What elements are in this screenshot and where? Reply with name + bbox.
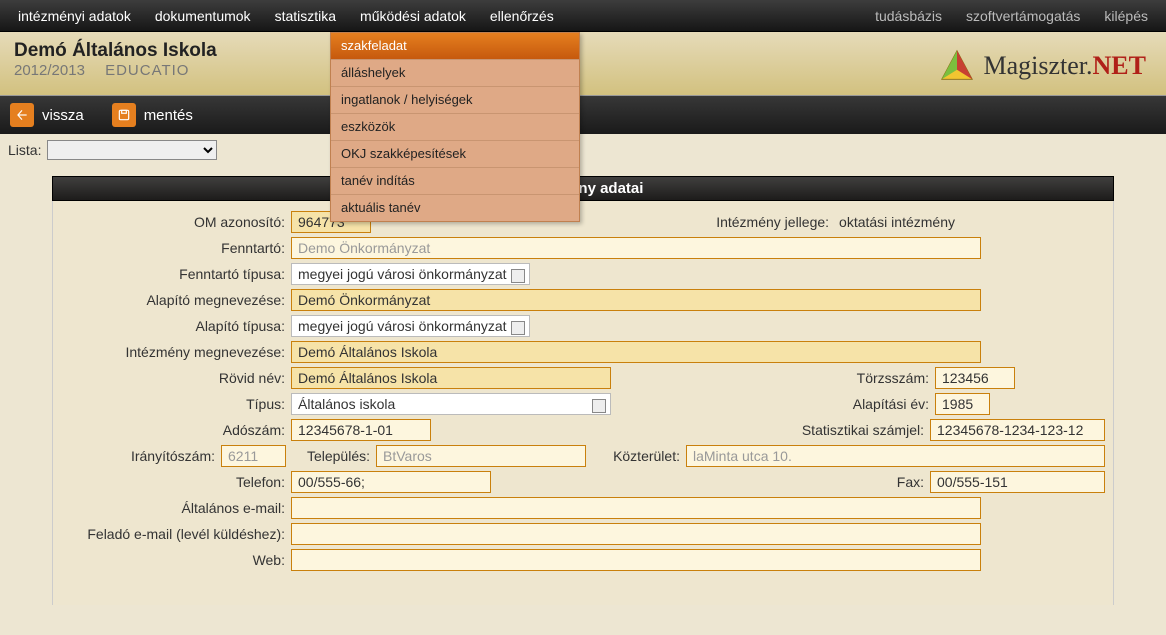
brand-logo: Magiszter.NET <box>938 47 1147 85</box>
adoszam-input[interactable] <box>291 419 431 441</box>
submenu-allashelyek[interactable]: álláshelyek <box>331 60 579 87</box>
brand-text-right: NET <box>1093 51 1146 80</box>
om-label: OM azonosító: <box>61 214 291 230</box>
alt-email-label: Általános e-mail: <box>61 500 291 516</box>
intezmeny-meg-input[interactable] <box>291 341 981 363</box>
alt-email-input[interactable] <box>291 497 981 519</box>
kozterulet-label: Közterület: <box>586 448 686 464</box>
fax-label: Fax: <box>770 474 930 490</box>
menu-institutional-data[interactable]: intézményi adatok <box>6 0 143 32</box>
top-menubar: intézményi adatok dokumentumok statiszti… <box>0 0 1166 32</box>
lista-label: Lista: <box>8 142 41 158</box>
submenu-ingatlanok[interactable]: ingatlanok / helyiségek <box>331 87 579 114</box>
back-button[interactable]: vissza <box>42 107 84 124</box>
submenu-aktualis-tanev[interactable]: aktuális tanév <box>331 195 579 221</box>
fenntarto-input[interactable] <box>291 237 981 259</box>
alapito-tip-select[interactable]: megyei jogú városi önkormányzat <box>291 315 530 337</box>
telefon-input[interactable] <box>291 471 491 493</box>
intezmeny-meg-label: Intézmény megnevezése: <box>61 344 291 360</box>
title-band: Demó Általános Iskola 2012/2013 EDUCATIO… <box>0 32 1166 96</box>
menu-logout[interactable]: kilépés <box>1092 0 1160 32</box>
fenntarto-label: Fenntartó: <box>61 240 291 256</box>
operational-data-submenu: szakfeladat álláshelyek ingatlanok / hel… <box>330 32 580 222</box>
irsz-label: Irányítószám: <box>61 448 221 464</box>
save-button[interactable]: mentés <box>144 107 193 124</box>
submenu-eszkozok[interactable]: eszközök <box>331 114 579 141</box>
tipus-label: Típus: <box>61 396 291 412</box>
menu-operational-data[interactable]: működési adatok <box>348 0 478 32</box>
fenntarto-tip-value: megyei jogú városi önkormányzat <box>298 266 507 282</box>
alapitasi-label: Alapítási év: <box>775 396 935 412</box>
adoszam-label: Adószám: <box>61 422 291 438</box>
back-icon[interactable] <box>10 103 34 127</box>
fax-input[interactable] <box>930 471 1105 493</box>
menu-knowledgebase[interactable]: tudásbázis <box>863 0 954 32</box>
action-bar: vissza mentés <box>0 96 1166 134</box>
menu-software-support[interactable]: szoftvertámogatás <box>954 0 1092 32</box>
submenu-tanev-inditas[interactable]: tanév indítás <box>331 168 579 195</box>
web-label: Web: <box>61 552 291 568</box>
telepules-label: Település: <box>286 448 376 464</box>
stat-label: Statisztikai számjel: <box>730 422 930 438</box>
alapito-meg-label: Alapító megnevezése: <box>61 292 291 308</box>
web-input[interactable] <box>291 549 981 571</box>
lista-line: Lista: <box>0 134 1166 166</box>
stat-input[interactable] <box>930 419 1105 441</box>
tipus-select[interactable]: Általános iskola <box>291 393 611 415</box>
torzsszam-label: Törzsszám: <box>775 370 935 386</box>
lista-select[interactable] <box>47 140 217 160</box>
felado-email-label: Feladó e-mail (levél küldéshez): <box>61 526 291 542</box>
school-year: 2012/2013 <box>14 62 85 79</box>
triangle-icon <box>938 47 976 85</box>
alapito-tip-label: Alapító típusa: <box>61 318 291 334</box>
telefon-label: Telefon: <box>61 474 291 490</box>
torzsszam-input[interactable] <box>935 367 1015 389</box>
jelleg-value: oktatási intézmény <box>835 214 955 230</box>
panel-header: Intézmény adatai <box>52 176 1114 201</box>
menu-control[interactable]: ellenőrzés <box>478 0 566 32</box>
brand-text-left: Magiszter. <box>984 51 1093 80</box>
menu-statistics[interactable]: statisztika <box>263 0 348 32</box>
jelleg-label: Intézmény jellege: <box>675 214 835 230</box>
telepules-input[interactable] <box>376 445 586 467</box>
institution-panel: Intézmény adatai OM azonosító: Intézmény… <box>52 176 1114 605</box>
alapito-meg-input[interactable] <box>291 289 981 311</box>
felado-email-input[interactable] <box>291 523 981 545</box>
submenu-szakfeladat[interactable]: szakfeladat <box>331 33 579 60</box>
menu-documents[interactable]: dokumentumok <box>143 0 263 32</box>
submenu-okj[interactable]: OKJ szakképesítések <box>331 141 579 168</box>
tipus-value: Általános iskola <box>298 396 395 412</box>
fenntarto-tip-select[interactable]: megyei jogú városi önkormányzat <box>291 263 530 285</box>
save-icon[interactable] <box>112 103 136 127</box>
kozterulet-input[interactable] <box>686 445 1105 467</box>
rovid-label: Rövid név: <box>61 370 291 386</box>
educatio-label: EDUCATIO <box>105 62 189 79</box>
fenntarto-tip-label: Fenntartó típusa: <box>61 266 291 282</box>
alapitasi-input[interactable] <box>935 393 990 415</box>
alapito-tip-value: megyei jogú városi önkormányzat <box>298 318 507 334</box>
irsz-input[interactable] <box>221 445 286 467</box>
rovid-input[interactable] <box>291 367 611 389</box>
